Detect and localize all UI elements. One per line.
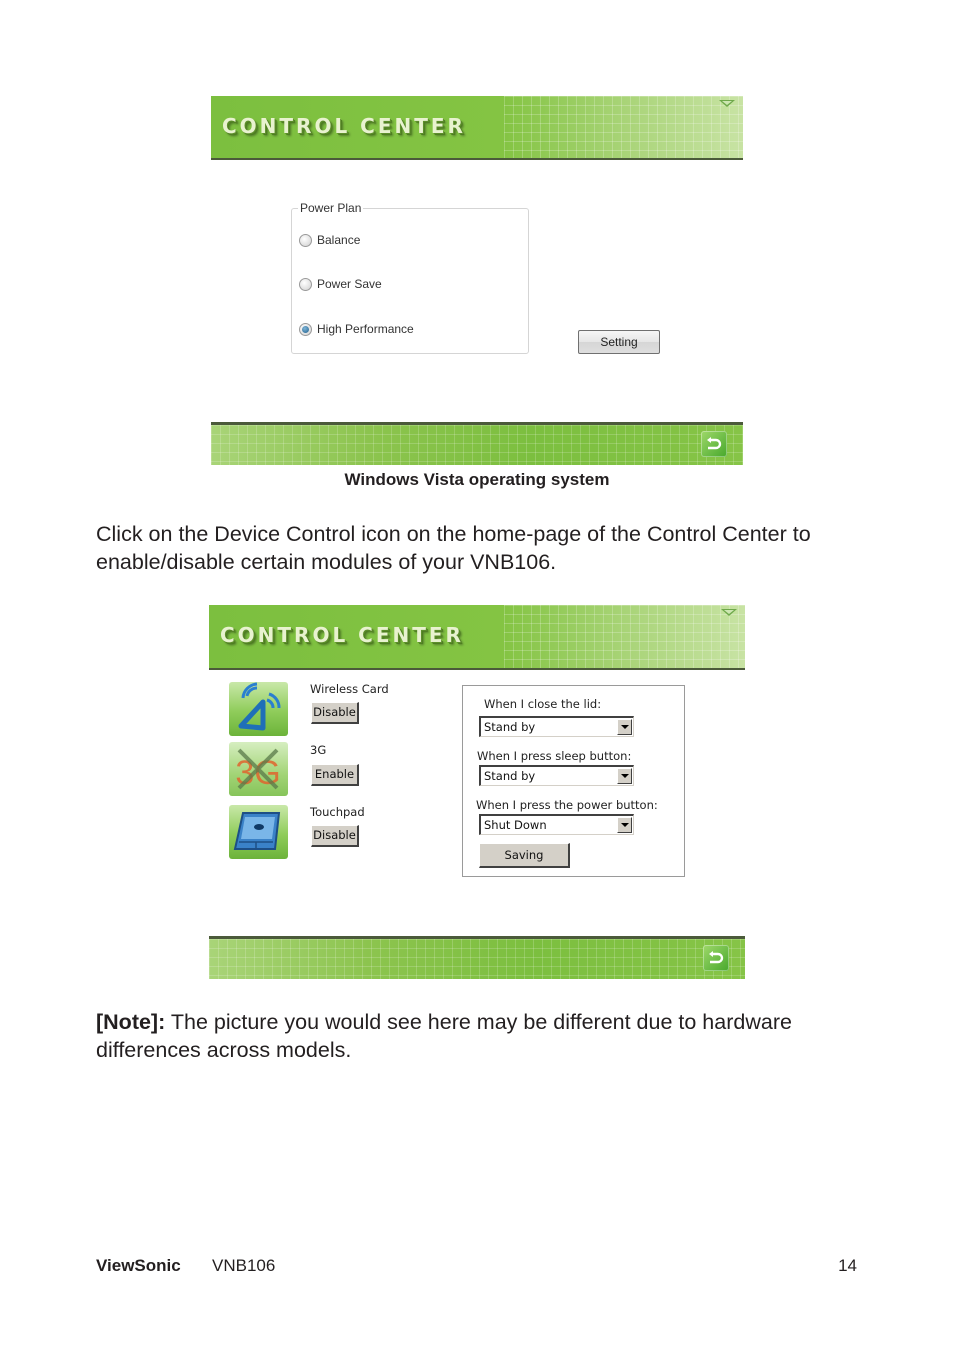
window-title: CONTROL CENTER	[222, 114, 466, 138]
chevron-down-icon[interactable]	[617, 719, 632, 735]
select-value: Shut Down	[484, 818, 547, 832]
note-label: [Note]:	[96, 1010, 166, 1034]
figure-caption: Windows Vista operating system	[344, 470, 610, 489]
control-center-window-device-control: CONTROL CENTER Wireless Card Disable 3G …	[209, 605, 745, 979]
device-label-touchpad: Touchpad	[310, 805, 365, 819]
device-label-wireless: Wireless Card	[310, 682, 389, 696]
chevron-down-icon[interactable]	[617, 768, 632, 784]
power-action-select[interactable]: Shut Down	[479, 814, 634, 835]
radio-balance[interactable]: Balance	[299, 233, 360, 247]
select-value: Stand by	[484, 769, 536, 783]
note-text: The picture you would see here may be di…	[96, 1010, 792, 1062]
sleep-action-select[interactable]: Stand by	[479, 765, 634, 786]
power-button-settings-panel: When I close the lid: Stand by When I pr…	[462, 685, 685, 877]
back-button[interactable]	[701, 431, 727, 457]
3g-disabled-icon[interactable]: 3G	[229, 742, 288, 796]
window-footer	[209, 936, 745, 979]
radio-button[interactable]	[299, 233, 312, 247]
3g-enable-button[interactable]: Enable	[311, 764, 359, 786]
touchpad-icon[interactable]	[229, 805, 288, 859]
radio-label: Balance	[317, 233, 361, 247]
back-button[interactable]	[703, 945, 729, 971]
chevron-down-icon[interactable]	[617, 817, 632, 833]
device-label-3g: 3G	[310, 743, 327, 757]
back-arrow-icon	[707, 437, 722, 450]
control-center-window-power-plan: CONTROL CENTER Power Plan Balance Power …	[211, 96, 743, 465]
lid-label: When I close the lid:	[484, 697, 602, 711]
setting-button[interactable]: Setting	[578, 330, 660, 354]
radio-label: High Performance	[317, 322, 414, 336]
footer-model: VNB106	[212, 1256, 276, 1275]
touchpad-disable-button[interactable]: Disable	[311, 825, 359, 847]
radio-power-save[interactable]: Power Save	[299, 277, 382, 291]
window-header: CONTROL CENTER	[211, 96, 743, 160]
lid-action-select[interactable]: Stand by	[479, 716, 634, 737]
window-footer	[211, 422, 743, 465]
window-header: CONTROL CENTER	[209, 605, 745, 670]
paragraph-device-control: Click on the Device Control icon on the …	[96, 522, 811, 574]
wireless-disable-button[interactable]: Disable	[311, 702, 359, 724]
page-number: 14	[838, 1256, 857, 1275]
saving-button[interactable]: Saving	[479, 843, 570, 868]
triangle-down-icon[interactable]	[719, 100, 735, 107]
select-value: Stand by	[484, 720, 536, 734]
radio-label: Power Save	[317, 277, 382, 291]
power-label: When I press the power button:	[476, 798, 658, 812]
wireless-card-icon[interactable]	[229, 682, 288, 736]
window-title: CONTROL CENTER	[220, 623, 464, 647]
triangle-down-icon[interactable]	[721, 609, 737, 616]
footer-brand: ViewSonic	[96, 1256, 181, 1275]
sleep-label: When I press sleep button:	[477, 749, 632, 763]
power-plan-legend: Power Plan	[298, 201, 364, 215]
note-paragraph: [Note]: The picture you would see here m…	[96, 1008, 876, 1064]
radio-button-selected[interactable]	[299, 322, 312, 336]
radio-high-performance[interactable]: High Performance	[299, 322, 414, 336]
radio-button[interactable]	[299, 277, 312, 291]
power-plan-group: Power Plan Balance Power Save High Perfo…	[291, 201, 529, 354]
back-arrow-icon	[709, 951, 724, 964]
